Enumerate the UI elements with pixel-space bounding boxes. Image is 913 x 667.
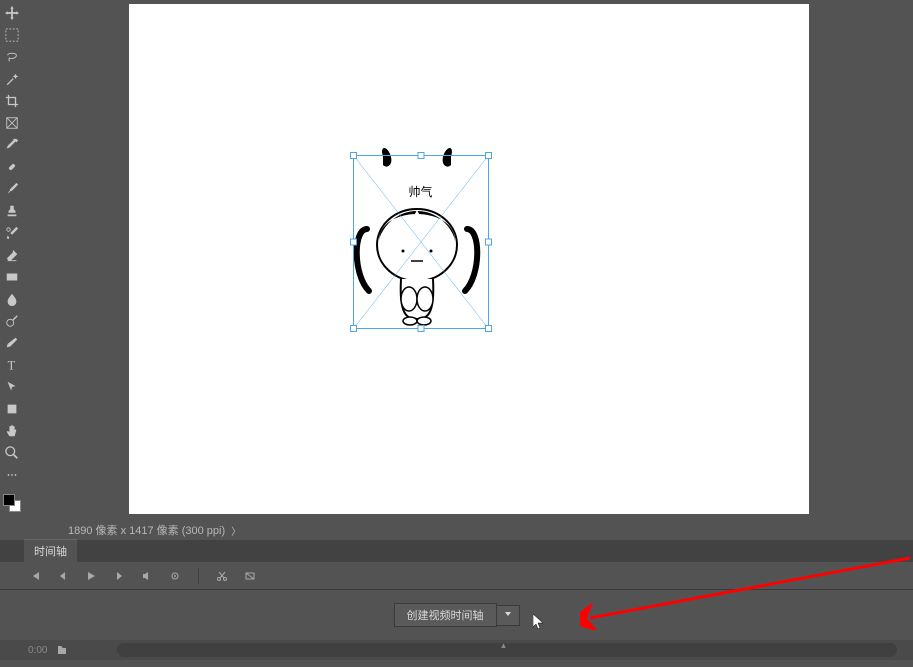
- scroll-slider-icon[interactable]: ▲: [499, 641, 507, 650]
- type-tool-icon[interactable]: T: [3, 356, 21, 374]
- divider: [198, 568, 199, 584]
- marquee-tool-icon[interactable]: [3, 26, 21, 44]
- timeline-scroll-track[interactable]: ▲: [117, 643, 897, 657]
- document-dimensions: 1890 像素 x 1417 像素 (300 ppi): [68, 522, 225, 538]
- create-video-timeline-button[interactable]: 创建视频时间轴: [394, 603, 520, 627]
- previous-frame-icon[interactable]: [56, 569, 70, 583]
- gradient-tool-icon[interactable]: [3, 268, 21, 286]
- history-brush-tool-icon[interactable]: [3, 224, 21, 242]
- timeline-time-label: 0:00: [28, 645, 47, 656]
- timeline-body: 创建视频时间轴: [0, 590, 913, 640]
- mute-audio-icon[interactable]: [140, 569, 154, 583]
- next-frame-icon[interactable]: [112, 569, 126, 583]
- pen-tool-icon[interactable]: [3, 334, 21, 352]
- go-to-first-frame-icon[interactable]: [28, 569, 42, 583]
- brush-tool-icon[interactable]: [3, 180, 21, 198]
- svg-text:T: T: [8, 358, 16, 372]
- stamp-tool-icon[interactable]: [3, 202, 21, 220]
- create-video-timeline-label[interactable]: 创建视频时间轴: [394, 603, 497, 627]
- play-icon[interactable]: [84, 569, 98, 583]
- wand-tool-icon[interactable]: [3, 70, 21, 88]
- blur-tool-icon[interactable]: [3, 290, 21, 308]
- cut-icon[interactable]: [215, 569, 229, 583]
- timeline-tabs: 时间轴: [0, 540, 913, 562]
- hand-tool-icon[interactable]: [3, 422, 21, 440]
- zoom-tool-icon[interactable]: [3, 444, 21, 462]
- timeline-tab[interactable]: 时间轴: [24, 539, 77, 562]
- tools-panel: T: [0, 0, 24, 520]
- lasso-tool-icon[interactable]: [3, 48, 21, 66]
- timeline-playback-controls: [0, 562, 913, 590]
- settings-icon[interactable]: [168, 569, 182, 583]
- color-swatches[interactable]: [3, 494, 21, 512]
- status-bar: 1890 像素 x 1417 像素 (300 ppi) 〉: [0, 520, 913, 540]
- document-canvas[interactable]: 帅气: [129, 4, 809, 514]
- timeline-footer: 0:00 ▲: [0, 640, 913, 660]
- create-timeline-dropdown-icon[interactable]: [497, 605, 520, 626]
- healing-tool-icon[interactable]: [3, 158, 21, 176]
- path-select-tool-icon[interactable]: [3, 378, 21, 396]
- placed-layer-text: 帅气: [408, 183, 432, 200]
- timeline-render-icon[interactable]: [55, 643, 69, 657]
- character-illustration: [333, 135, 509, 335]
- canvas-wrapper: 帅气: [24, 0, 913, 520]
- foreground-color-swatch[interactable]: [3, 494, 15, 506]
- more-tools-icon[interactable]: [3, 466, 21, 484]
- shape-tool-icon[interactable]: [3, 400, 21, 418]
- frame-tool-icon[interactable]: [3, 114, 21, 132]
- transition-icon[interactable]: [243, 569, 257, 583]
- placed-layer[interactable]: 帅气: [357, 159, 485, 325]
- eyedropper-tool-icon[interactable]: [3, 136, 21, 154]
- status-chevron-icon[interactable]: 〉: [231, 523, 241, 538]
- move-tool-icon[interactable]: [3, 4, 21, 22]
- timeline-panel: 时间轴 创建视频时间轴 0:00 ▲: [0, 540, 913, 660]
- eraser-tool-icon[interactable]: [3, 246, 21, 264]
- dodge-tool-icon[interactable]: [3, 312, 21, 330]
- crop-tool-icon[interactable]: [3, 92, 21, 110]
